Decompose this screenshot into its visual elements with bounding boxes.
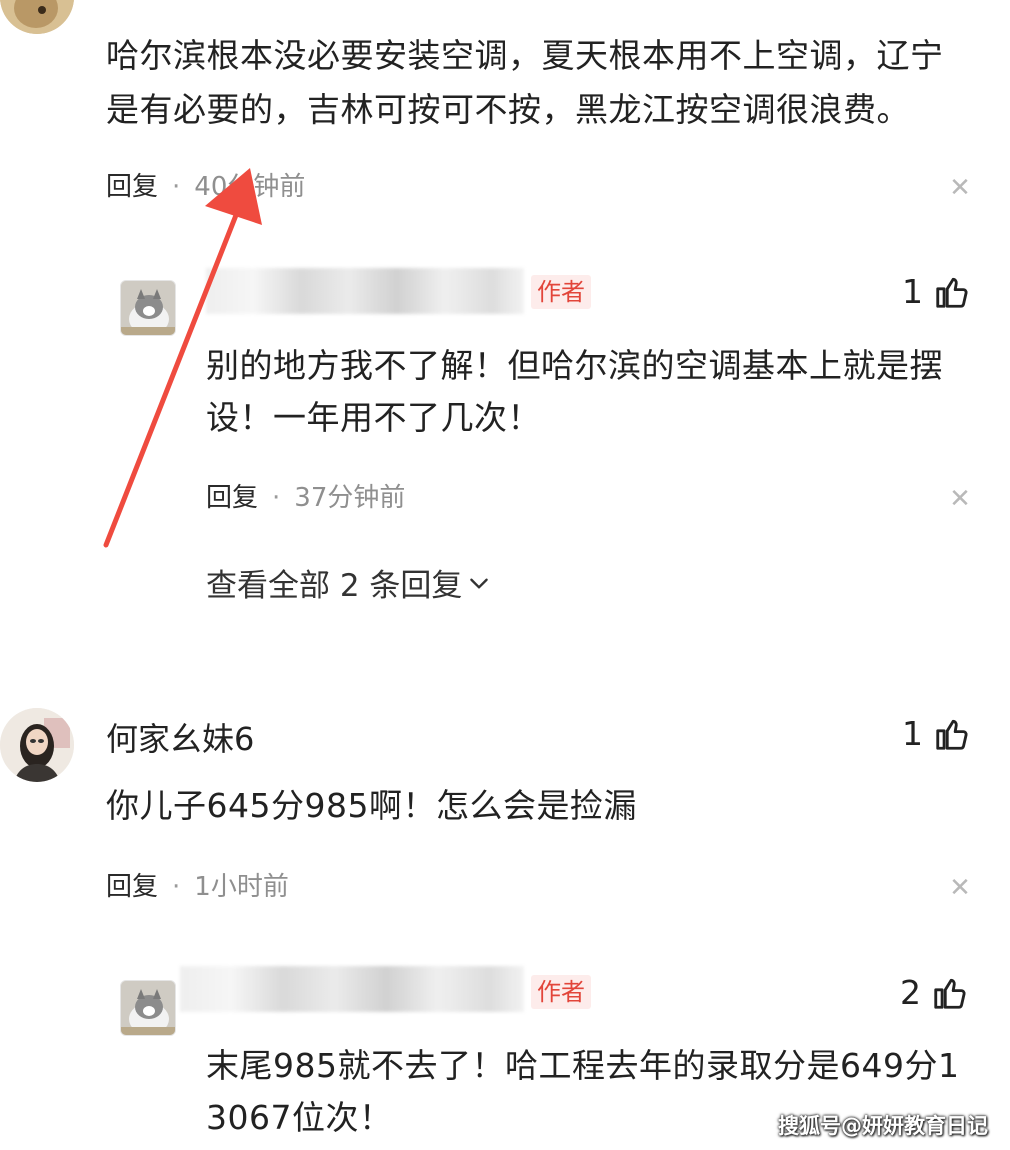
reply-button[interactable]: 回复 [206,483,258,513]
reply-text-line: 设！一年用不了几次！ [206,398,541,437]
like-button[interactable]: 2 [900,973,969,1012]
chevron-down-icon [470,578,489,589]
like-count: 1 [902,714,923,753]
reply-button[interactable]: 回复 [106,172,158,202]
close-icon[interactable]: ✕ [949,875,971,901]
like-count: 1 [902,272,923,311]
author-name-blurred[interactable] [180,966,524,1012]
comment-time: 1小时前 [194,872,289,902]
comment-text-line: 是有必要的，吉林可按可不按，黑龙江按空调很浪费。 [106,90,910,129]
reply-time: 37分钟前 [294,483,406,513]
view-all-label: 查看全部 2 条回复 [206,568,463,604]
author-badge: 作者 [531,975,591,1009]
reply-text-line: 别的地方我不了解！但哈尔滨的空调基本上就是摆 [206,346,943,385]
comment-meta: 回复 · 1小时前 [106,872,289,902]
reply-meta: 回复 · 37分钟前 [206,483,406,513]
like-count: 2 [900,973,921,1012]
author-avatar[interactable] [120,980,176,1036]
thumbs-up-icon [936,277,968,308]
author-name-blurred[interactable] [206,268,524,314]
close-icon[interactable]: ✕ [949,175,971,201]
user-avatar[interactable] [0,0,74,34]
comment-thread: 哈尔滨根本没必要安装空调，夏天根本用不上空调，辽宁 是有必要的，吉林可按可不按，… [0,0,1010,1150]
like-button[interactable]: 1 [902,272,971,311]
watermark: 搜狐号@妍妍教育日记 [778,1114,988,1138]
view-all-replies-button[interactable]: 查看全部 2 条回复 [206,560,492,605]
like-button[interactable]: 1 [902,714,971,753]
reply-text-line: 末尾985就不去了！哈工程去年的录取分是649分1 [206,1046,960,1085]
thumbs-up-icon [934,978,966,1009]
reply-text-line: 3067位次！ [206,1098,393,1137]
comment-text: 你儿子645分985啊！怎么会是捡漏 [106,786,637,825]
author-badge: 作者 [531,275,591,309]
author-avatar[interactable] [120,280,176,336]
comment-username[interactable]: 何家幺妹6 [106,714,254,760]
reply-button[interactable]: 回复 [106,872,158,902]
thumbs-up-icon [936,719,968,750]
comment-text-line: 哈尔滨根本没必要安装空调，夏天根本用不上空调，辽宁 [106,36,944,75]
close-icon[interactable]: ✕ [949,486,971,512]
user-avatar[interactable] [0,708,74,782]
comment-time: 40分钟前 [194,172,306,202]
comment-meta: 回复 · 40分钟前 [106,172,306,202]
